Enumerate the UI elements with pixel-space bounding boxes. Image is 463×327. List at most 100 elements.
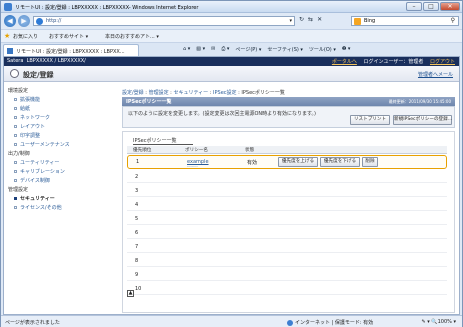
sidebar-item-license[interactable]: ライセンス/その他 <box>14 204 62 211</box>
minimize-button[interactable]: – <box>406 2 422 11</box>
security-zone: インターネット | 保護モード: 有効 <box>287 319 373 326</box>
sidebar-item-network[interactable]: ネットワーク <box>14 114 50 121</box>
policy-subtext: ---------- <box>187 164 198 168</box>
compat-view-icon[interactable]: ⇆ <box>308 16 313 23</box>
table-row: 8 <box>127 255 447 267</box>
row-priority: 1 <box>136 159 140 165</box>
table-row[interactable]: 1 example ---------- 有効 優先度を上げる 優先度を下げる … <box>127 155 447 169</box>
suggested-sites-link[interactable]: おすすめサイト ▾ <box>49 33 88 40</box>
table-header: 優先順位 ポリシー名 状態 <box>127 146 447 154</box>
logout-link[interactable]: ログアウト <box>430 59 455 65</box>
globe-icon <box>287 319 293 326</box>
scroll-top-icon[interactable]: ▲ <box>127 290 134 297</box>
zoom-control[interactable]: ✎ ▾ 🔍100% ▾ <box>422 319 457 325</box>
help-icon[interactable]: ❷ ▾ <box>342 46 351 53</box>
settings-icon <box>10 69 19 78</box>
stop-icon[interactable]: ✕ <box>317 16 322 23</box>
table-row: 6 <box>127 227 447 239</box>
brand-logo: Satera <box>7 58 24 64</box>
col-priority: 優先順位 <box>133 148 152 153</box>
last-updated: 最終更新：2011/09/30 15:45:00 <box>388 99 451 104</box>
sidebar-category: 管理設定 <box>8 187 29 193</box>
login-user: ログインユーザー：管理者 <box>363 59 424 65</box>
favorites-button[interactable]: お気に入り <box>13 33 38 40</box>
sidebar-item-utility[interactable]: ユーティリティー <box>14 159 59 166</box>
today-recommend-link[interactable]: 本日のおすすめアト... ▾ <box>105 33 159 40</box>
table-row: 4 <box>127 199 447 211</box>
mail-admin-link[interactable]: 管理者へメール <box>418 71 453 78</box>
delete-button[interactable]: 削除 <box>362 157 378 167</box>
table-row: 9 <box>127 269 447 281</box>
sidebar-category: 環境設定 <box>8 88 29 94</box>
table-row: 7 <box>127 241 447 253</box>
mail-icon[interactable]: ✉ <box>211 46 215 53</box>
table-row: 2 <box>127 171 447 183</box>
title-bar: リモートUI : 設定/登録 : LBPXXXXX : LBPXXXXX- Wi… <box>1 1 462 13</box>
page-favicon <box>7 48 13 54</box>
print-icon[interactable]: ⎙ ▾ <box>221 46 229 53</box>
sidebar: 環境設定 拡張機能 給紙 ネットワーク レイアウト 印字調整 ユーザーメンテナン… <box>4 83 114 314</box>
ie-app-icon <box>4 3 12 11</box>
search-input[interactable]: Bing <box>364 18 375 24</box>
tab-label: リモートUI : 設定/登録 : LBPXXXXX : LBPXX... <box>16 49 125 55</box>
back-button[interactable]: ◀ <box>4 15 16 27</box>
command-bar: ⌂ ▾ ▧ ▾ ✉ ⎙ ▾ ページ(P) ▾ セーフティ(S) ▾ ツール(O)… <box>183 46 350 53</box>
table-row: 3 <box>127 185 447 197</box>
info-panel: 以下のように設定を変更します。(設定変更は次回主電源ON時より有効になります。)… <box>122 106 455 128</box>
policy-list-section: IPSecポリシー一覧 優先順位 ポリシー名 状態 1 example ----… <box>122 131 455 313</box>
sidebar-item-security[interactable]: セキュリティー <box>14 195 55 202</box>
safety-menu[interactable]: セーフティ(S) ▾ <box>267 46 303 53</box>
sidebar-item-print-adjust[interactable]: 印字調整 <box>14 132 40 139</box>
main-panel: 設定/登録 : 管理設定 : セキュリティー : IPSec設定 : IPSec… <box>122 83 457 314</box>
breadcrumb-ipsec[interactable]: IPSec設定 <box>213 90 237 96</box>
breadcrumb-management[interactable]: 管理設定 <box>149 90 169 96</box>
status-text: ページが表示されました <box>5 320 60 326</box>
favorites-bar: ★ お気に入り おすすめサイト ▾ 本日のおすすめアト... ▾ <box>1 29 462 42</box>
sidebar-item-maintenance[interactable]: ユーザーメンテナンス <box>14 141 70 148</box>
search-icon[interactable]: ⚲ <box>451 17 455 24</box>
device-name: LBPXXXXX / LBPXXXXX/ <box>26 58 86 64</box>
table-row: 10 <box>127 283 447 295</box>
list-heading: IPSecポリシー一覧 <box>133 138 177 144</box>
tab-remote-ui[interactable]: リモートUI : 設定/登録 : LBPXXXXX : LBPXX... <box>3 44 139 56</box>
device-bar: Satera LBPXXXXX / LBPXXXXX/ ポータルへ ログインユー… <box>4 57 459 66</box>
refresh-icon[interactable]: ↻ <box>299 16 304 23</box>
home-icon[interactable]: ⌂ ▾ <box>183 46 190 53</box>
maximize-button[interactable]: □ <box>423 2 439 11</box>
status-bar: ページが表示されました インターネット | 保護モード: 有効 ✎ ▾ 🔍100… <box>1 315 462 327</box>
table-row: 5 <box>127 213 447 225</box>
chevron-down-icon[interactable]: ▾ <box>289 18 292 24</box>
lower-priority-button[interactable]: 優先度を下げる <box>320 157 360 167</box>
address-bar[interactable]: http:// ▾ <box>33 16 295 26</box>
close-button[interactable]: ✕ <box>440 2 460 11</box>
policy-status: 有効 <box>247 160 258 166</box>
sidebar-item-layout[interactable]: レイアウト <box>14 123 45 130</box>
section-title: IPSecポリシー一覧 <box>126 99 172 105</box>
list-print-button[interactable]: リストプリント <box>350 115 390 125</box>
page-content: Satera LBPXXXXX / LBPXXXXX/ ポータルへ ログインユー… <box>3 56 460 315</box>
sidebar-item-extensions[interactable]: 拡張機能 <box>14 96 40 103</box>
sidebar-item-calibration[interactable]: キャリブレーション <box>14 168 65 175</box>
portal-link[interactable]: ポータルへ <box>332 59 357 65</box>
new-policy-button[interactable]: 新規IPSecポリシーの登録... <box>393 115 452 125</box>
page-header: 設定/登録 管理者へメール <box>4 66 459 82</box>
raise-priority-button[interactable]: 優先度を上げる <box>278 157 318 167</box>
page-menu[interactable]: ページ(P) ▾ <box>235 46 261 53</box>
forward-button[interactable]: ▶ <box>18 15 30 27</box>
sidebar-item-paper[interactable]: 給紙 <box>14 105 30 112</box>
feeds-icon[interactable]: ▧ ▾ <box>196 46 205 53</box>
tab-bar: リモートUI : 設定/登録 : LBPXXXXX : LBPXX... ⌂ ▾… <box>1 42 462 56</box>
breadcrumb-security[interactable]: セキュリティー <box>173 90 208 96</box>
breadcrumb: 設定/登録 : 管理設定 : セキュリティー : IPSec設定 : IPSec… <box>122 90 285 96</box>
ie-icon <box>36 18 43 25</box>
breadcrumb-settings[interactable]: 設定/登録 <box>122 90 144 96</box>
page-title: 設定/登録 <box>23 71 54 79</box>
sidebar-item-device-control[interactable]: デバイス制御 <box>14 177 50 184</box>
tools-menu[interactable]: ツール(O) ▾ <box>309 46 336 53</box>
search-box[interactable]: Bing ⚲ <box>351 16 459 26</box>
sidebar-category: 出力/制御 <box>8 151 30 157</box>
window-title: リモートUI : 設定/登録 : LBPXXXXX : LBPXXXXX- Wi… <box>15 5 199 11</box>
address-row: ◀ ▶ http:// ▾ ↻ ⇆ ✕ Bing ⚲ <box>1 14 462 28</box>
star-icon[interactable]: ★ <box>4 32 10 40</box>
address-url[interactable]: http:// <box>46 18 61 24</box>
